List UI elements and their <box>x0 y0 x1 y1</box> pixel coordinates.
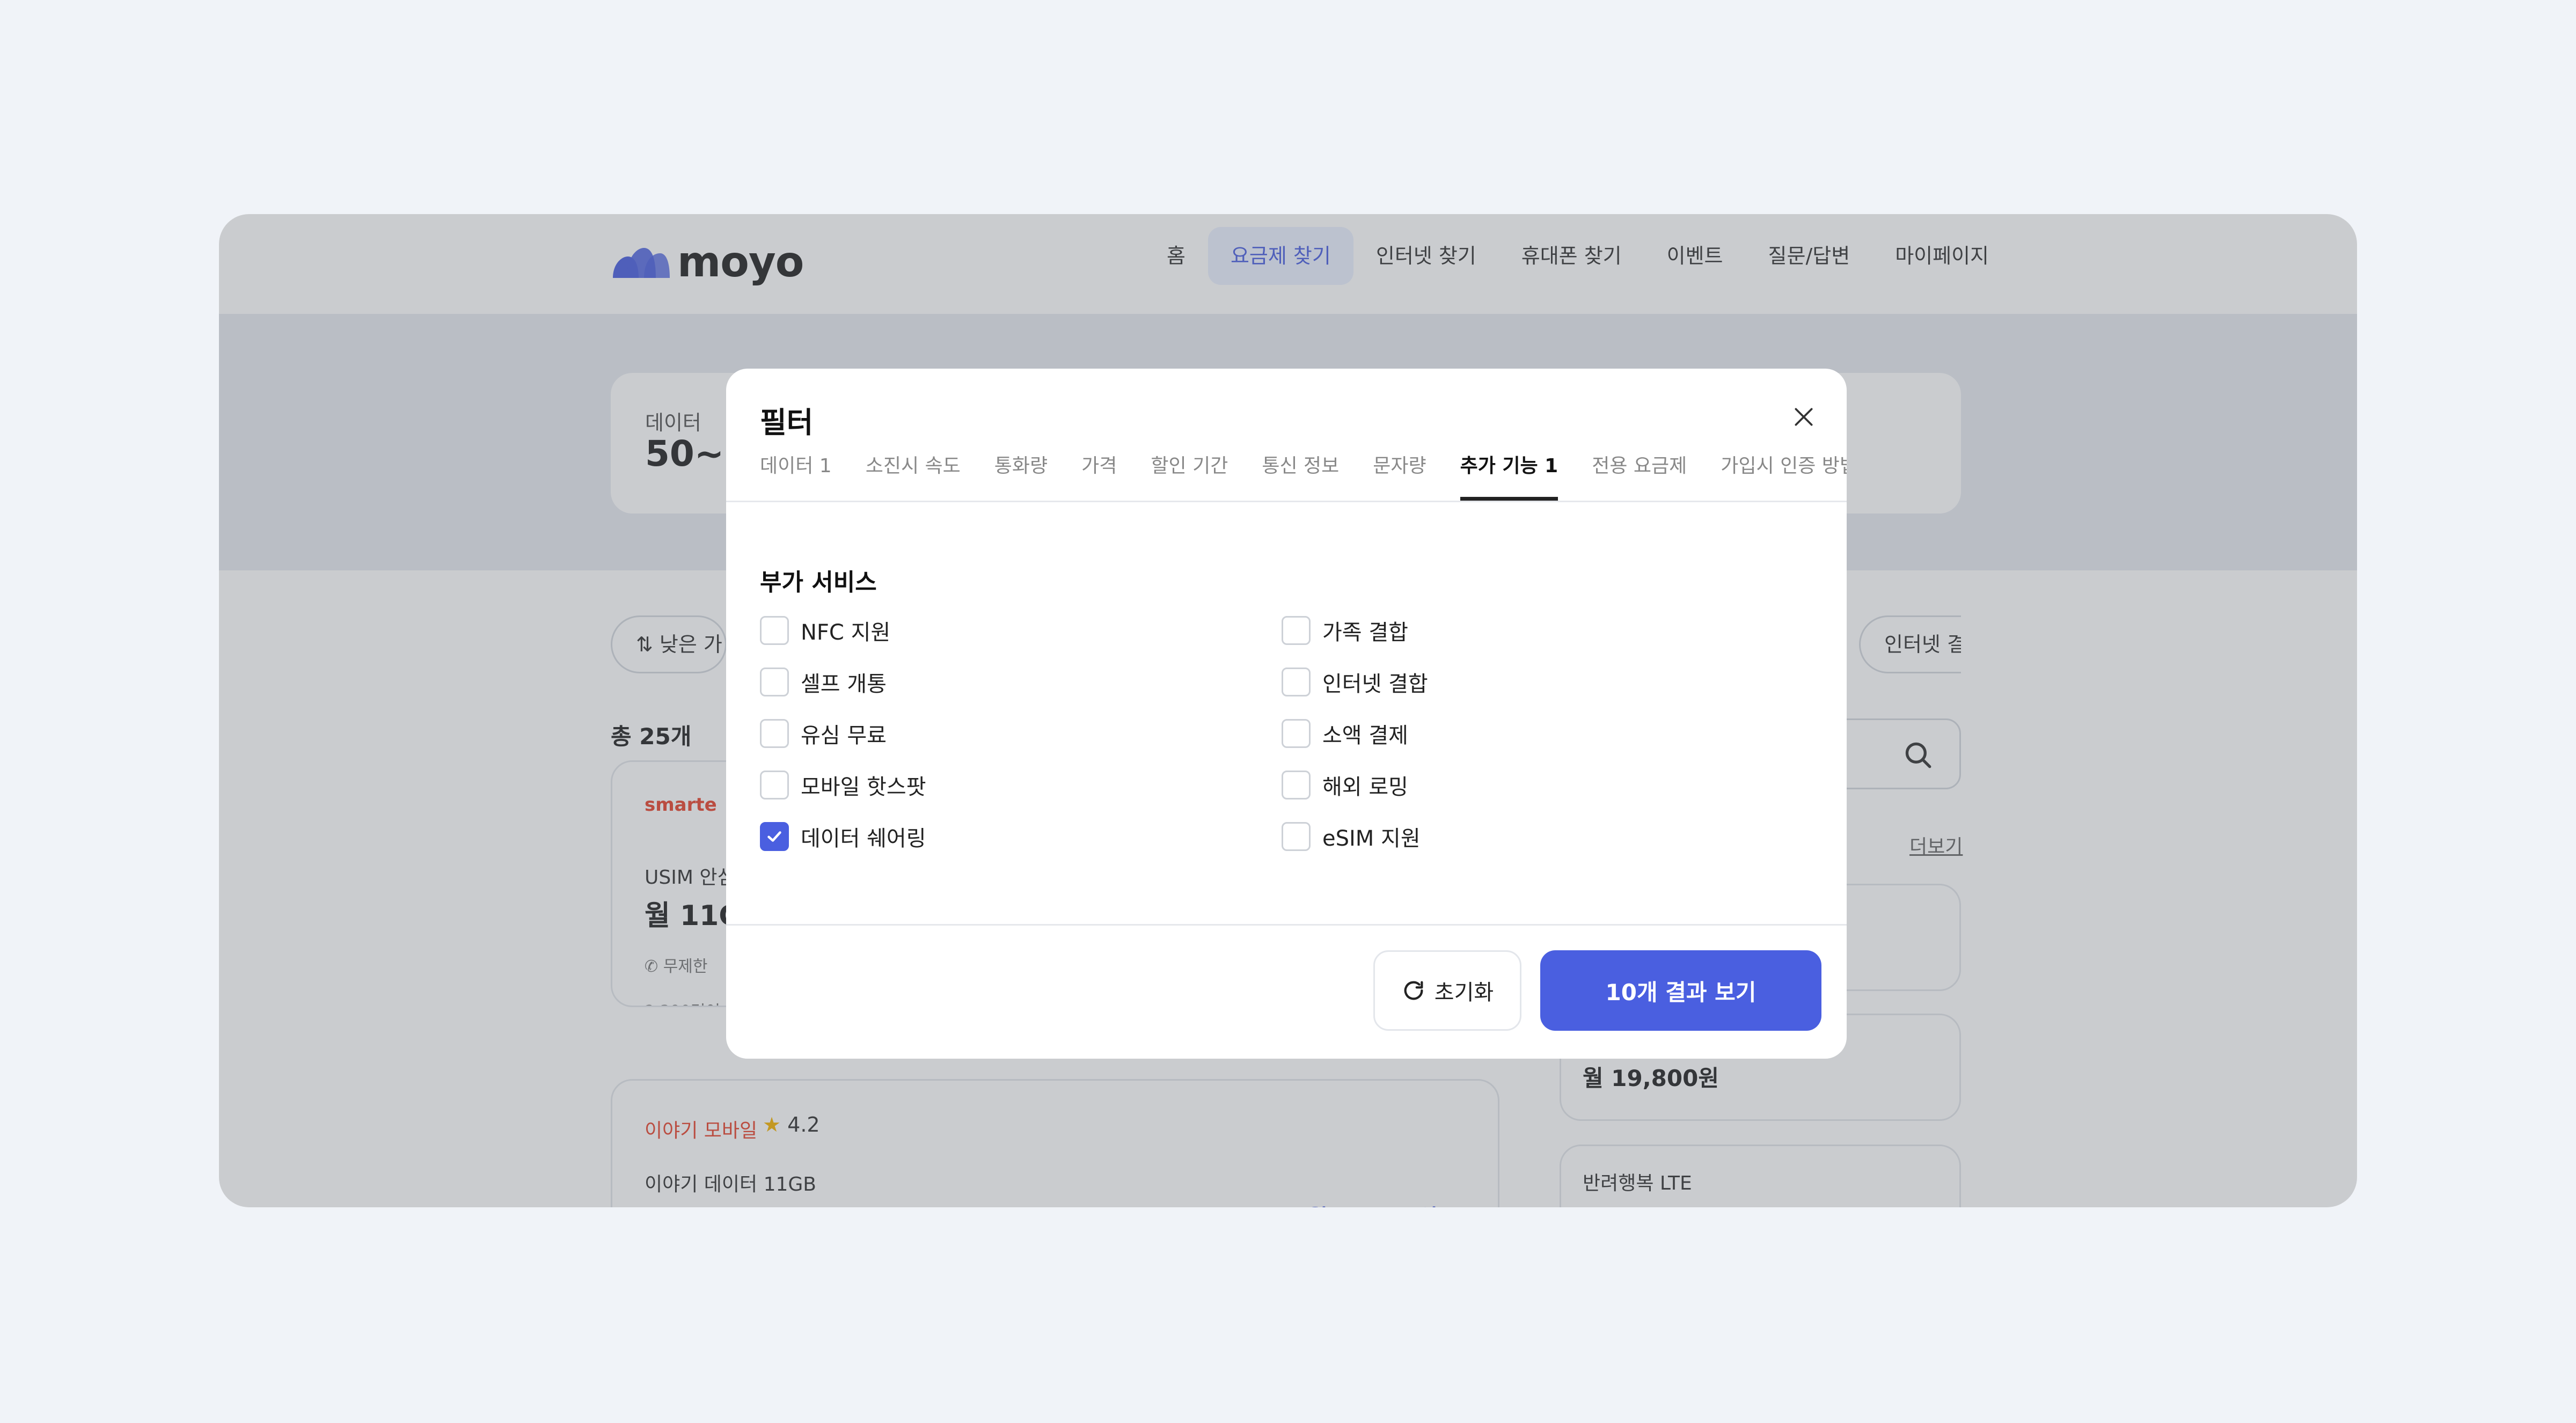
option-label: eSIM 지원 <box>1322 826 1421 851</box>
tab-discount-period[interactable]: 할인 기간 <box>1151 449 1228 501</box>
checkbox[interactable] <box>1282 771 1311 799</box>
option-data-sharing[interactable]: 데이터 쉐어링 <box>760 820 926 853</box>
option-internet-bundle[interactable]: 인터넷 결합 <box>1282 666 1428 698</box>
option-self-activation[interactable]: 셀프 개통 <box>760 666 887 698</box>
modal-title: 필터 <box>760 406 814 439</box>
section-title: 부가 서비스 <box>760 569 877 596</box>
tab-data[interactable]: 데이터 1 <box>760 449 832 501</box>
option-label: 유심 무료 <box>801 723 887 748</box>
close-icon <box>1795 408 1813 426</box>
checkbox[interactable] <box>1282 616 1311 645</box>
show-results-button[interactable]: 10개 결과 보기 <box>1540 950 1821 1031</box>
option-nfc[interactable]: NFC 지원 <box>760 614 890 647</box>
checkbox[interactable] <box>1282 822 1311 851</box>
option-label: 모바일 핫스팟 <box>801 775 926 799</box>
option-label: 소액 결제 <box>1322 723 1408 748</box>
tab-price[interactable]: 가격 <box>1081 449 1117 501</box>
checkbox[interactable] <box>1282 668 1311 696</box>
check-icon <box>767 831 781 842</box>
refresh-icon <box>1404 981 1423 1000</box>
filter-tabs: 데이터 1 소진시 속도 통화량 가격 할인 기간 통신 정보 문자량 추가 기… <box>760 449 1847 501</box>
tab-extra-features[interactable]: 추가 기능 1 <box>1460 449 1558 501</box>
option-label: 데이터 쉐어링 <box>801 826 926 851</box>
checkbox[interactable] <box>760 668 789 696</box>
footer-divider <box>726 924 1847 926</box>
option-label: 가족 결합 <box>1322 620 1408 645</box>
option-label: 인터넷 결합 <box>1322 672 1428 696</box>
option-roaming[interactable]: 해외 로밍 <box>1282 769 1408 801</box>
option-label: 셀프 개통 <box>801 672 887 696</box>
tab-sms-amount[interactable]: 문자량 <box>1373 449 1426 501</box>
checkbox[interactable] <box>760 616 789 645</box>
checkbox[interactable] <box>1282 719 1311 748</box>
tab-exclusive-plans[interactable]: 전용 요금제 <box>1592 449 1687 501</box>
checkbox-checked[interactable] <box>760 822 789 851</box>
option-esim[interactable]: eSIM 지원 <box>1282 820 1421 853</box>
option-mobile-hotspot[interactable]: 모바일 핫스팟 <box>760 769 926 801</box>
tab-divider <box>726 501 1847 502</box>
show-results-label: 10개 결과 보기 <box>1605 979 1757 1006</box>
option-family-bundle[interactable]: 가족 결합 <box>1282 614 1408 647</box>
filter-modal: 필터 데이터 1 소진시 속도 통화량 가격 할인 기간 통신 정보 문자량 추… <box>726 369 1847 1059</box>
tab-carrier-info[interactable]: 통신 정보 <box>1262 449 1339 501</box>
tab-call-amount[interactable]: 통화량 <box>994 449 1048 501</box>
reset-label: 초기화 <box>1434 980 1494 1005</box>
checkbox[interactable] <box>760 719 789 748</box>
option-label: 해외 로밍 <box>1322 775 1408 799</box>
checkbox[interactable] <box>760 771 789 799</box>
option-micropayment[interactable]: 소액 결제 <box>1282 717 1408 750</box>
option-label: NFC 지원 <box>801 620 891 645</box>
tab-throttle-speed[interactable]: 소진시 속도 <box>866 449 961 501</box>
reset-button[interactable]: 초기화 <box>1373 950 1521 1031</box>
option-free-usim[interactable]: 유심 무료 <box>760 717 887 750</box>
app-window: moyo 홈 요금제 찾기 인터넷 찾기 휴대폰 찾기 이벤트 질문/답변 마이… <box>219 214 2357 1207</box>
close-button[interactable] <box>1787 400 1821 434</box>
tab-signup-verification[interactable]: 가입시 인증 방법 <box>1721 449 1847 501</box>
